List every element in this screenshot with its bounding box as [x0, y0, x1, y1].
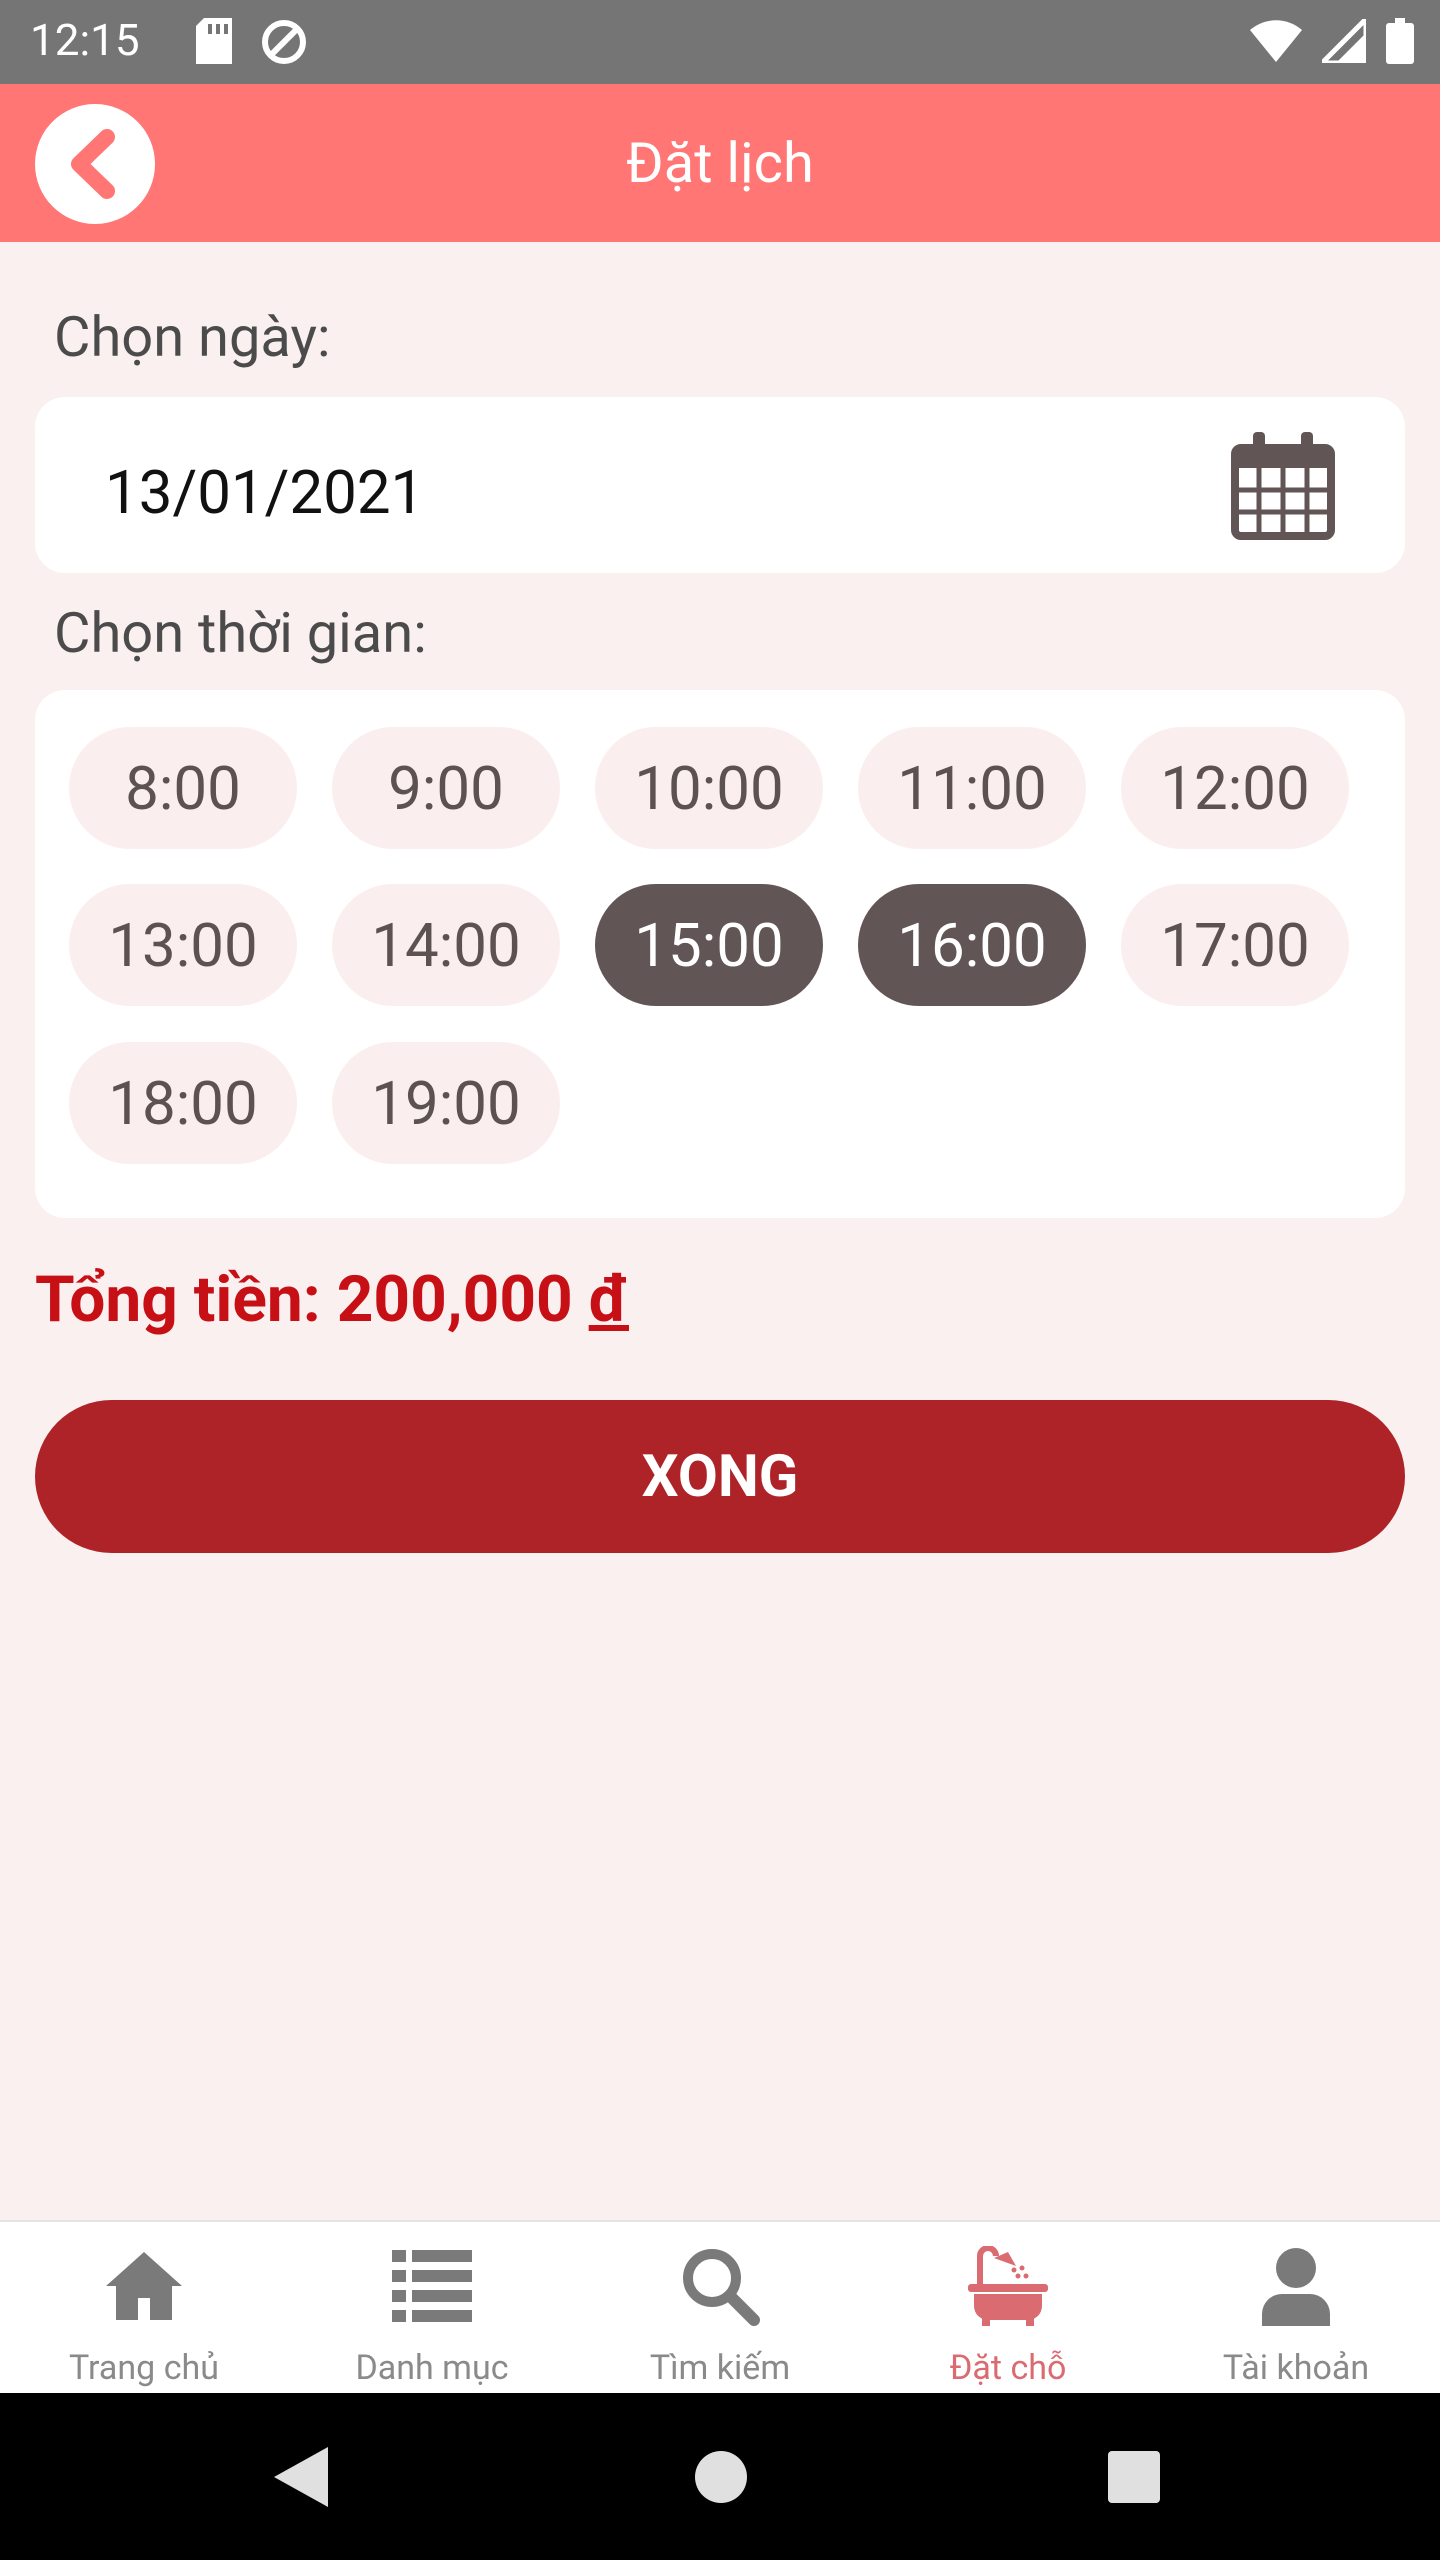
bathtub-icon: [968, 2246, 1048, 2326]
nav-item-search[interactable]: Tìm kiếm: [576, 2222, 864, 2395]
home-icon: [106, 2252, 182, 2320]
nav-label: Trang chủ: [69, 2348, 219, 2388]
nav-label: Danh mục: [355, 2348, 509, 2388]
bottom-nav: Trang chủ Danh mục Tìm kiếm Đặt chỗ Tài …: [0, 2220, 1440, 2393]
nav-item-account[interactable]: Tài khoản: [1152, 2222, 1440, 2395]
time-slot[interactable]: 12:00: [1121, 727, 1349, 849]
total-price: Tổng tiền: 200,000 đ: [35, 1262, 629, 1337]
time-slot-grid: 8:00 9:00 10:00 11:00 12:00 13:00 14:00 …: [35, 690, 1405, 1218]
nav-item-home[interactable]: Trang chủ: [0, 2222, 288, 2395]
time-slot[interactable]: 13:00: [69, 884, 297, 1006]
total-label: Tổng tiền:: [35, 1262, 321, 1337]
time-slot-selected[interactable]: 15:00: [595, 884, 823, 1006]
list-icon: [392, 2250, 472, 2322]
page-title: Đặt lịch: [626, 130, 814, 196]
time-slot[interactable]: 14:00: [332, 884, 560, 1006]
time-slot[interactable]: 9:00: [332, 727, 560, 849]
time-slot[interactable]: 17:00: [1121, 884, 1349, 1006]
signal-icon: [1322, 19, 1366, 63]
nav-item-booking[interactable]: Đặt chỗ: [864, 2222, 1152, 2395]
calendar-icon[interactable]: [1231, 432, 1335, 540]
sync-disabled-icon: [262, 20, 306, 64]
user-icon: [1262, 2248, 1330, 2326]
time-slot[interactable]: 19:00: [332, 1042, 560, 1164]
wifi-icon: [1250, 20, 1302, 62]
nav-label: Tài khoản: [1222, 2348, 1370, 2388]
time-label: Chọn thời gian:: [54, 600, 427, 666]
recents-nav-icon[interactable]: [1108, 2451, 1160, 2503]
currency-symbol: đ: [588, 1262, 629, 1337]
battery-icon: [1386, 18, 1414, 64]
time-slot[interactable]: 11:00: [858, 727, 1086, 849]
nav-item-categories[interactable]: Danh mục: [288, 2222, 576, 2395]
time-slot-selected[interactable]: 16:00: [858, 884, 1086, 1006]
date-picker-field[interactable]: 13/01/2021: [35, 397, 1405, 573]
date-value: 13/01/2021: [105, 457, 425, 528]
home-nav-icon[interactable]: [695, 2451, 747, 2503]
nav-label: Tìm kiếm: [649, 2348, 791, 2388]
status-time: 12:15: [30, 14, 140, 66]
date-label: Chọn ngày:: [54, 304, 331, 370]
time-slot[interactable]: 10:00: [595, 727, 823, 849]
system-nav-bar: [0, 2393, 1440, 2560]
done-button[interactable]: XONG: [35, 1400, 1405, 1553]
sd-card-icon: [196, 18, 232, 64]
status-bar: 12:15: [0, 0, 1440, 84]
search-icon: [683, 2249, 760, 2326]
app-bar: Đặt lịch: [0, 84, 1440, 242]
total-amount: 200,000: [336, 1262, 573, 1337]
back-nav-icon[interactable]: [274, 2447, 328, 2507]
time-slot[interactable]: 8:00: [69, 727, 297, 849]
nav-label: Đặt chỗ: [949, 2348, 1067, 2388]
time-slot[interactable]: 18:00: [69, 1042, 297, 1164]
